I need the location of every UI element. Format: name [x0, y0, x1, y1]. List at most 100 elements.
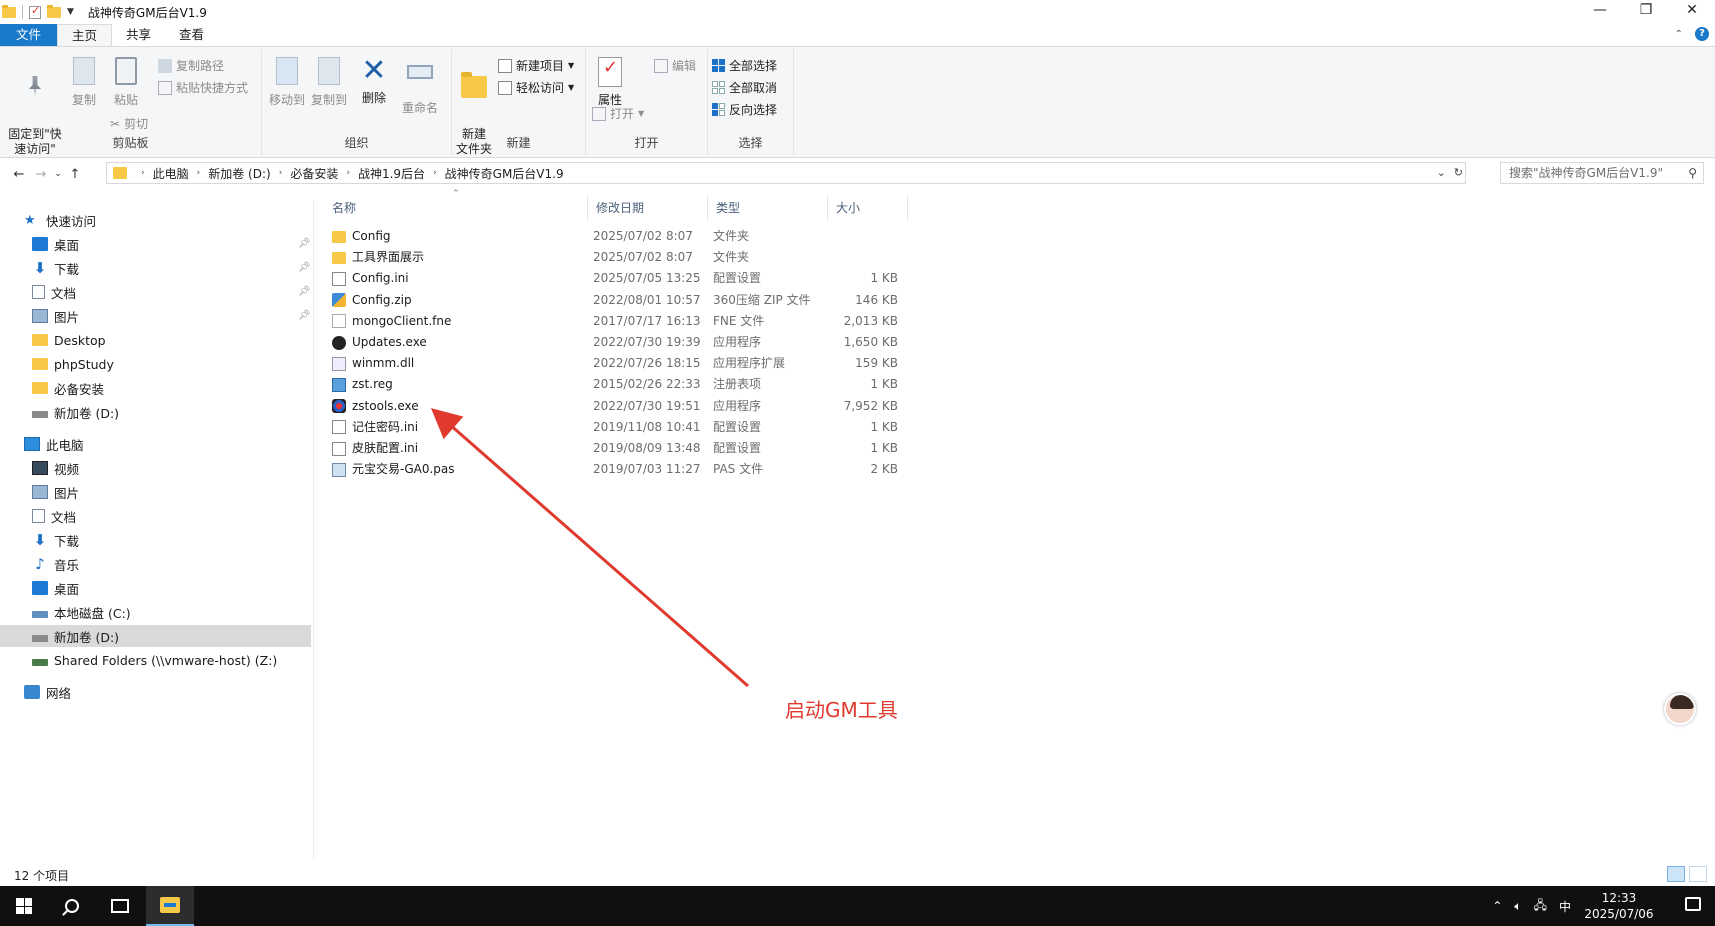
network-status-icon[interactable]: 🖧︎ — [1534, 896, 1547, 917]
copy-to-button[interactable]: 复制到 — [308, 55, 350, 108]
large-icons-view-icon[interactable] — [1689, 866, 1707, 882]
select-none-button[interactable]: 全部取消 — [712, 79, 777, 96]
volume-muted-icon[interactable]: 🔈︎ — [1514, 899, 1521, 914]
nav-item-pc-pictures[interactable]: 图片 — [32, 481, 79, 503]
file-row[interactable]: winmm.dll 2022/07/26 18:15 应用程序扩展 159 KB — [324, 353, 904, 374]
open-button[interactable]: 打开 ▼ — [592, 105, 644, 122]
move-to-button[interactable]: 移动到 — [266, 55, 308, 108]
breadcrumb-separator-icon[interactable]: › — [433, 168, 437, 178]
column-header-type[interactable]: 类型 — [708, 196, 828, 220]
nav-item-videos[interactable]: 视频 — [32, 457, 79, 479]
edit-button[interactable]: 编辑 — [654, 57, 696, 74]
tab-share[interactable]: 共享 — [112, 24, 165, 46]
breadcrumb-this-pc[interactable]: 此电脑 — [153, 165, 189, 182]
copy-button[interactable]: 复制 — [66, 55, 102, 108]
nav-item-drive-c[interactable]: 本地磁盘 (C:) — [32, 601, 131, 623]
new-item-button[interactable]: 新建项目 ▼ — [498, 57, 574, 74]
delete-button[interactable]: ✕ 删除 — [358, 55, 390, 106]
rename-button[interactable]: 重命名 — [398, 55, 442, 116]
breadcrumb-backend[interactable]: 战神1.9后台 — [358, 165, 425, 182]
file-row[interactable]: Config 2025/07/02 8:07 文件夹 — [324, 226, 904, 247]
nav-quick-access[interactable]: ★ 快速访问 — [24, 209, 96, 231]
nav-item-drive-d-quick[interactable]: 新加卷 (D:) — [32, 401, 119, 423]
minimize-button[interactable]: — — [1577, 0, 1623, 22]
taskbar-file-explorer[interactable] — [146, 886, 194, 926]
file-row[interactable]: 工具界面展示 2025/07/02 8:07 文件夹 — [324, 247, 904, 268]
properties-button[interactable]: 属性 — [594, 55, 626, 108]
nav-item-phpstudy[interactable]: phpStudy — [32, 353, 114, 375]
pin-icon[interactable]: 📌︎ — [298, 262, 311, 273]
paste-shortcut-button[interactable]: 粘贴快捷方式 — [158, 79, 248, 96]
nav-network[interactable]: 网络 — [24, 681, 71, 703]
back-arrow-icon[interactable]: ← — [8, 167, 30, 182]
column-header-size[interactable]: 大小 — [828, 196, 908, 220]
up-arrow-icon[interactable]: ↑ — [64, 167, 86, 182]
easy-access-button[interactable]: 轻松访问 ▼ — [498, 79, 574, 96]
nav-item-desktop-folder[interactable]: Desktop — [32, 329, 106, 351]
new-folder-icon[interactable] — [47, 4, 61, 18]
properties-icon[interactable] — [29, 4, 41, 19]
file-row[interactable]: 记住密码.ini 2019/11/08 10:41 配置设置 1 KB — [324, 417, 904, 438]
column-header-date[interactable]: 修改日期 — [588, 196, 708, 220]
paste-button[interactable]: 粘贴 — [108, 55, 144, 108]
breadcrumb-separator-icon[interactable]: › — [279, 168, 283, 178]
pin-icon[interactable]: 📌︎ — [298, 286, 311, 297]
ime-indicator[interactable]: 中 — [1559, 898, 1571, 915]
breadcrumb-separator-icon[interactable]: › — [197, 168, 201, 178]
details-view-icon[interactable] — [1667, 866, 1685, 882]
file-row[interactable]: mongoClient.fne 2017/07/17 16:13 FNE 文件 2,0… — [324, 311, 904, 332]
breadcrumb-install[interactable]: 必备安装 — [290, 165, 338, 182]
nav-item-documents[interactable]: 文档 — [32, 281, 76, 303]
nav-item-shared-folders[interactable]: Shared Folders (\\vmware-host) (Z:) — [32, 649, 277, 671]
customize-toolbar-icon[interactable]: ▼ — [67, 7, 74, 17]
select-all-button[interactable]: 全部选择 — [712, 57, 777, 74]
search-input[interactable]: 搜索"战神传奇GM后台V1.9" ⚲ — [1500, 162, 1704, 184]
tab-view[interactable]: 查看 — [165, 24, 218, 46]
nav-item-drive-d[interactable]: 新加卷 (D:) — [0, 625, 311, 647]
avatar[interactable] — [1664, 693, 1696, 725]
nav-item-pictures[interactable]: 图片 — [32, 305, 79, 327]
notification-center-icon[interactable] — [1685, 897, 1701, 911]
file-row[interactable]: 元宝交易-GA0.pas 2019/07/03 11:27 PAS 文件 2 KB — [324, 459, 904, 480]
breadcrumb-drive-d[interactable]: 新加卷 (D:) — [208, 165, 270, 182]
maximize-button[interactable]: ❐ — [1623, 0, 1669, 22]
file-row[interactable]: zstools.exe 2022/07/30 19:51 应用程序 7,952 KB — [324, 396, 904, 417]
nav-item-pc-documents[interactable]: 文档 — [32, 505, 76, 527]
file-row[interactable]: 皮肤配置.ini 2019/08/09 13:48 配置设置 1 KB — [324, 438, 904, 459]
nav-item-install[interactable]: 必备安装 — [32, 377, 104, 399]
file-row[interactable]: zst.reg 2015/02/26 22:33 注册表项 1 KB — [324, 374, 904, 395]
start-button[interactable] — [0, 886, 48, 926]
cut-button[interactable]: ✂ 剪切 — [110, 115, 148, 132]
nav-item-downloads[interactable]: ⬇ 下载 — [32, 257, 79, 279]
taskbar-search-button[interactable] — [48, 886, 96, 926]
address-box[interactable]: › 此电脑 › 新加卷 (D:) › 必备安装 › 战神1.9后台 › 战神传奇… — [106, 162, 1466, 184]
nav-item-pc-downloads[interactable]: ⬇ 下载 — [32, 529, 79, 551]
help-icon[interactable]: ? — [1695, 27, 1709, 41]
pin-icon[interactable]: 📌︎ — [298, 238, 311, 249]
tab-home[interactable]: 主页 — [57, 24, 113, 46]
breadcrumb-current[interactable]: 战神传奇GM后台V1.9 — [445, 165, 564, 182]
breadcrumb-separator-icon[interactable]: › — [346, 168, 350, 178]
pin-icon[interactable]: 📌︎ — [298, 310, 311, 321]
breadcrumb-separator-icon[interactable]: › — [141, 168, 145, 178]
copy-path-button[interactable]: 复制路径 — [158, 57, 224, 74]
nav-item-music[interactable]: ♪ 音乐 — [32, 553, 79, 575]
file-row[interactable]: Updates.exe 2022/07/30 19:39 应用程序 1,650 KB — [324, 332, 904, 353]
nav-this-pc[interactable]: 此电脑 — [24, 433, 84, 455]
forward-arrow-icon[interactable]: → — [30, 167, 52, 182]
task-view-button[interactable] — [96, 886, 144, 926]
show-hidden-icons-icon[interactable]: ⌃ — [1492, 899, 1502, 913]
clock[interactable]: 12:33 2025/07/06 — [1583, 890, 1655, 922]
column-header-name[interactable]: 名称 — [324, 196, 588, 220]
tab-file[interactable]: 文件 — [0, 24, 58, 46]
collapse-ribbon-icon[interactable]: ⌃ — [1675, 29, 1683, 40]
address-history-icon[interactable]: ⌄ — [1437, 166, 1446, 179]
file-row[interactable]: Config.ini 2025/07/05 13:25 配置设置 1 KB — [324, 268, 904, 289]
close-button[interactable]: ✕ — [1669, 0, 1715, 22]
nav-item-desktop[interactable]: 桌面 — [32, 233, 79, 255]
nav-item-pc-desktop[interactable]: 桌面 — [32, 577, 79, 599]
file-row[interactable]: Config.zip 2022/08/01 10:57 360压缩 ZIP 文件 14… — [324, 290, 904, 311]
refresh-icon[interactable]: ↻ — [1454, 166, 1463, 179]
recent-locations-icon[interactable]: ⌄ — [52, 169, 64, 179]
invert-selection-button[interactable]: 反向选择 — [712, 101, 777, 118]
